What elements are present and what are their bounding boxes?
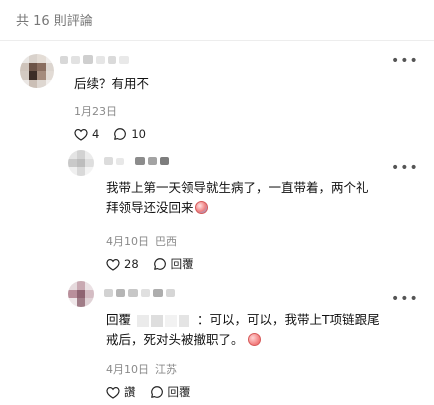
reply-text-line1: 我带上第一天领导就生病了，一直带着，两个礼: [106, 180, 369, 195]
like-count: 28: [124, 257, 139, 271]
like-label: 讚: [124, 385, 136, 399]
reply-meta: 4月10日 江苏: [106, 361, 177, 377]
username-blurred[interactable]: [60, 55, 129, 64]
reply-button[interactable]: 回覆: [150, 384, 191, 400]
reply-button[interactable]: 回覆: [153, 256, 194, 272]
reply-actions: 28 回覆: [106, 256, 194, 272]
reply-location: 巴西: [155, 235, 177, 248]
reply-text-content: ：可以，可以，我带上T项链跟尾: [197, 312, 380, 327]
replies-button[interactable]: 10: [113, 127, 146, 141]
reply-count: 10: [131, 127, 146, 141]
reply-text: 回覆 ：可以，可以，我带上T项链跟尾 戒后，死对头被撤职了。: [106, 310, 421, 350]
comment-date: 1月23日: [74, 105, 117, 118]
mentioned-user-blurred[interactable]: [137, 314, 190, 327]
reply-date: 4月10日: [106, 363, 149, 376]
reply-text-line2-content: 拜领导还没回来: [106, 200, 194, 215]
username-blurred[interactable]: [104, 157, 169, 165]
username-blurred[interactable]: [104, 289, 175, 297]
reply-text-line2: 戒后，死对头被撤职了。: [106, 330, 421, 350]
reply-date: 4月10日: [106, 235, 149, 248]
header-divider: [0, 40, 434, 41]
reply-text-line1: 回覆 ：可以，可以，我带上T项链跟尾: [106, 310, 421, 330]
reply-text-line2-content: 戒后，死对头被撤职了。: [106, 332, 244, 347]
comment-bubble-icon: [113, 127, 127, 141]
comment-meta: 1月23日: [74, 103, 117, 119]
comment-count-title: 共 16 則評論: [16, 14, 93, 29]
reply-meta: 4月10日 巴西: [106, 233, 177, 249]
heart-outline-icon: [106, 386, 120, 399]
face-emoji-icon: [194, 201, 208, 214]
comment-bubble-icon: [153, 257, 167, 271]
avatar[interactable]: [68, 281, 94, 307]
heart-outline-icon: [106, 258, 120, 271]
reply-label: 回覆: [170, 257, 194, 271]
reply-label: 回覆: [167, 385, 191, 399]
comment-actions: 4 10: [74, 127, 146, 141]
comment-bubble-icon: [150, 385, 164, 399]
more-icon[interactable]: •••: [391, 161, 418, 175]
heart-outline-icon: [74, 128, 88, 141]
face-emoji-icon: [247, 333, 261, 346]
reply-actions: 讚 回覆: [106, 384, 191, 400]
reply-text: 我带上第一天领导就生病了，一直带着，两个礼 拜领导还没回来: [106, 178, 416, 218]
mention-reply-prefix: 回覆: [106, 312, 132, 327]
like-count: 4: [92, 127, 100, 141]
reply-location: 江苏: [155, 363, 177, 376]
reply-text-line2: 拜领导还没回来: [106, 198, 416, 218]
avatar[interactable]: [20, 54, 54, 88]
more-icon[interactable]: •••: [391, 292, 418, 306]
like-button[interactable]: 28: [106, 257, 139, 271]
more-icon[interactable]: •••: [391, 54, 418, 68]
like-button[interactable]: 4: [74, 127, 99, 141]
like-button[interactable]: 讚: [106, 384, 136, 400]
comment-text: 后续？有用不: [74, 76, 150, 91]
avatar[interactable]: [68, 150, 94, 176]
